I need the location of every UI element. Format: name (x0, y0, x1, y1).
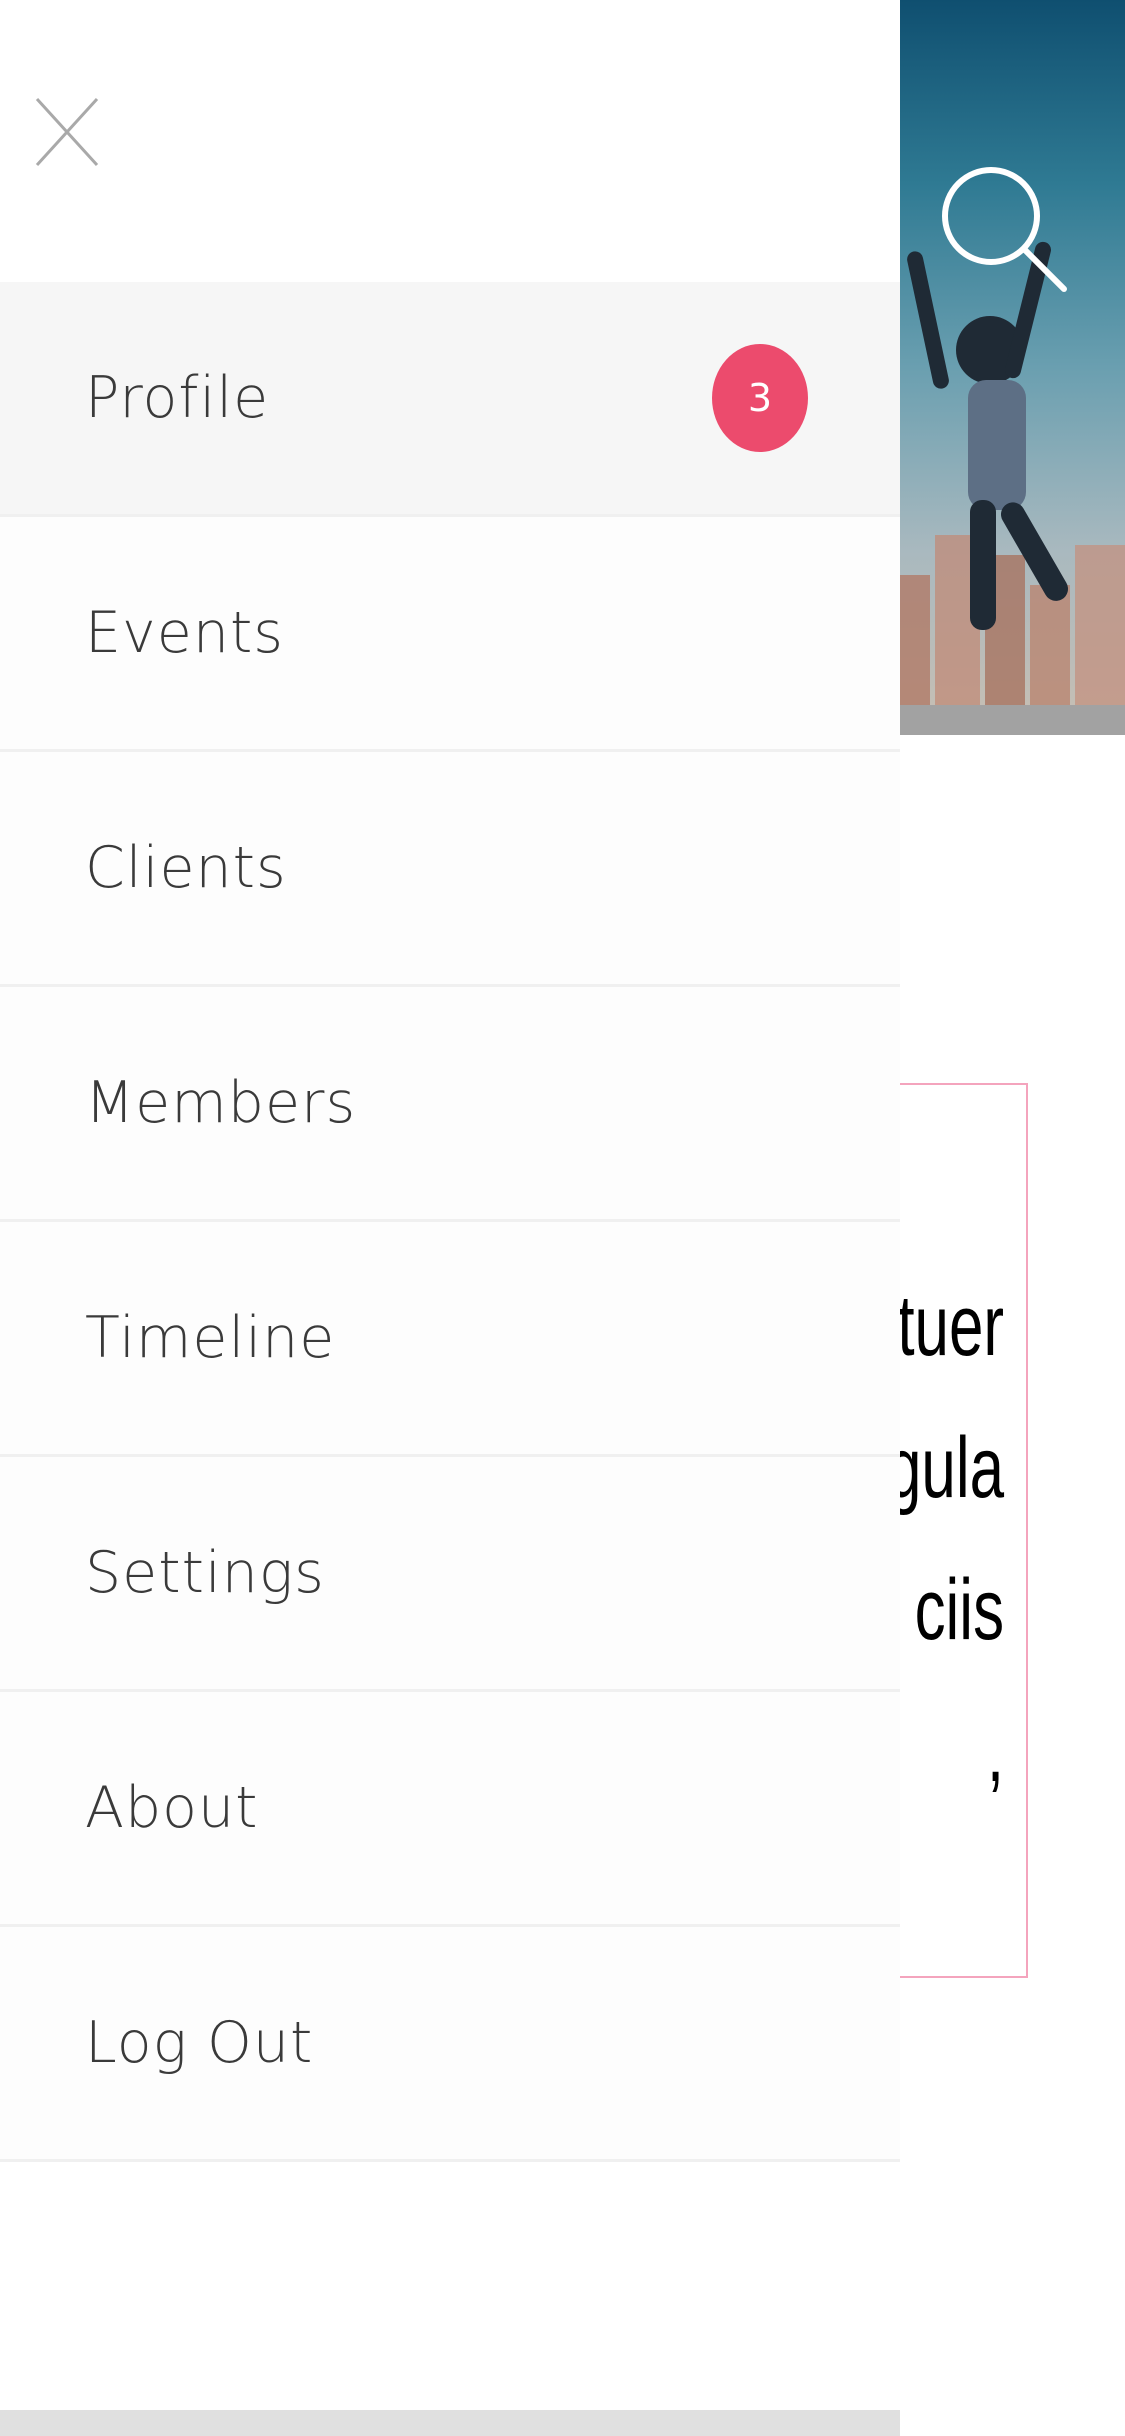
drawer-menu: Profile 3 Events Clients Members Timelin… (0, 282, 900, 2162)
notification-badge: 3 (712, 344, 808, 452)
menu-item-label: Timeline (85, 1305, 336, 1371)
close-button[interactable] (34, 96, 100, 168)
menu-item-label: Members (85, 1070, 357, 1136)
close-icon (35, 97, 99, 167)
menu-item-profile[interactable]: Profile 3 (0, 282, 900, 517)
menu-item-label: Profile (85, 365, 270, 431)
navigation-drawer: Profile 3 Events Clients Members Timelin… (0, 0, 900, 2436)
search-button[interactable] (925, 155, 1067, 295)
drawer-header (0, 0, 900, 282)
menu-item-label: Settings (85, 1540, 325, 1606)
menu-item-members[interactable]: Members (0, 987, 900, 1222)
menu-item-label: About (85, 1775, 259, 1841)
menu-item-about[interactable]: About (0, 1692, 900, 1927)
menu-item-label: Events (85, 600, 284, 666)
menu-item-label: Log Out (85, 2010, 314, 2076)
drawer-footer-bar (0, 2410, 900, 2436)
menu-item-log-out[interactable]: Log Out (0, 1927, 900, 2162)
search-icon (942, 167, 1067, 292)
menu-item-events[interactable]: Events (0, 517, 900, 752)
menu-item-clients[interactable]: Clients (0, 752, 900, 987)
menu-item-label: Clients (85, 835, 287, 901)
menu-item-timeline[interactable]: Timeline (0, 1222, 900, 1457)
menu-item-settings[interactable]: Settings (0, 1457, 900, 1692)
